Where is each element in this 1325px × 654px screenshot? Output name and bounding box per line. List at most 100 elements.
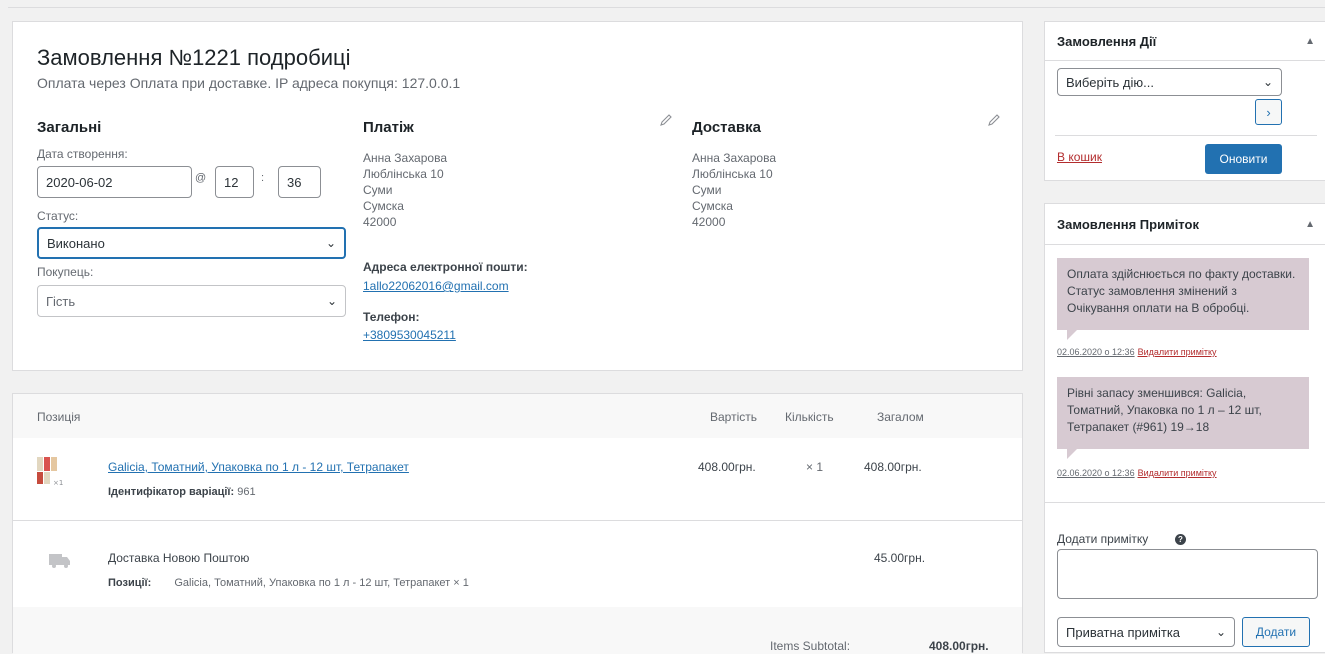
order-data-panel: Замовлення №1221 подробиці Оплата через … — [12, 21, 1023, 371]
shipping-address: Анна Захарова Люблінська 10 Суми Сумска … — [692, 150, 776, 230]
customer-value: Гість — [46, 293, 76, 309]
customer-label: Покупець: — [37, 265, 94, 279]
col-item-header: Позиція — [37, 410, 81, 424]
order-items-panel: Позиція Вартість Кількість Загалом ×12 G… — [12, 393, 1023, 654]
note-textarea[interactable] — [1057, 549, 1318, 599]
shipping-region: Сумска — [692, 199, 733, 213]
order-actions-panel: Замовлення Дії ▲ Виберіть дію... ⌄ › В к… — [1044, 21, 1325, 181]
chevron-down-icon: ⌄ — [326, 294, 337, 308]
page-title: Замовлення №1221 подробиці — [37, 45, 351, 70]
variation-meta: Ідентифікатор варіації: 961 — [108, 486, 256, 498]
billing-name: Анна Захарова — [363, 151, 447, 165]
billing-postcode: 42000 — [363, 215, 397, 229]
col-qty-header: Кількість — [785, 410, 834, 424]
panel-divider — [1045, 502, 1325, 503]
variation-id: 961 — [237, 486, 256, 498]
collapse-up-icon[interactable]: ▲ — [1305, 219, 1315, 230]
date-created-label: Дата створення: — [37, 147, 128, 161]
billing-address: Анна Захарова Люблінська 10 Суми Сумска … — [363, 150, 447, 230]
order-notes-panel: Замовлення Приміток ▲ Оплата здійснюєтьс… — [1044, 203, 1325, 653]
shipping-postcode: 42000 — [692, 215, 726, 229]
product-link[interactable]: Galicia, Томатний, Упаковка по 1 л - 12 … — [108, 460, 409, 474]
date-created-input[interactable]: 2020-06-02 — [37, 166, 192, 198]
general-heading: Загальні — [37, 119, 102, 136]
at-sign: @ — [195, 172, 207, 184]
status-select[interactable]: Виконано ⌄ — [37, 227, 346, 259]
truck-icon — [49, 554, 70, 568]
shipping-method-name: Доставка Новою Поштою — [108, 551, 250, 565]
customer-select[interactable]: Гість ⌄ — [37, 285, 346, 317]
panel-divider — [1045, 60, 1325, 61]
chevron-down-icon: ⌄ — [1215, 625, 1226, 639]
shipping-items-meta: Позиції: Galicia, Томатний, Упаковка по … — [108, 577, 469, 589]
minute-value: 36 — [287, 174, 302, 190]
status-value: Виконано — [47, 235, 105, 251]
note-tail — [1067, 330, 1077, 340]
phone-label: Телефон: — [363, 310, 420, 324]
apply-action-button[interactable]: › — [1255, 99, 1282, 125]
shipping-name: Анна Захарова — [692, 151, 776, 165]
date-created-value: 2020-06-02 — [46, 174, 113, 190]
shipping-items-label: Позиції: — [108, 577, 152, 589]
email-link[interactable]: 1allo22062016@gmail.com — [363, 279, 509, 293]
billing-heading: Платіж — [363, 119, 414, 136]
delete-note-link[interactable]: Видалити примітку — [1138, 347, 1217, 357]
minute-input[interactable]: 36 — [278, 166, 321, 198]
shipping-street: Люблінська 10 — [692, 167, 773, 181]
note-type-value: Приватна примітка — [1066, 624, 1181, 640]
note-meta: 02.06.2020 о 12:36 Видалити примітку — [1057, 468, 1217, 478]
chevron-down-icon: ⌄ — [325, 236, 336, 250]
note-meta: 02.06.2020 о 12:36 Видалити примітку — [1057, 347, 1217, 357]
items-table-header: Позиція Вартість Кількість Загалом — [13, 394, 1022, 438]
shipping-heading: Доставка — [692, 119, 761, 136]
help-icon[interactable]: ? — [1175, 534, 1186, 545]
update-button[interactable]: Оновити — [1205, 144, 1282, 174]
add-note-label: Додати примітку — [1057, 532, 1149, 546]
edit-shipping-pencil-icon[interactable] — [987, 113, 1001, 127]
top-bar — [0, 0, 1325, 8]
note-date: 02.06.2020 о 12:36 — [1057, 347, 1135, 357]
collapse-up-icon[interactable]: ▲ — [1305, 36, 1315, 47]
billing-city: Суми — [363, 183, 393, 197]
status-label: Статус: — [37, 209, 79, 223]
add-note-button[interactable]: Додати — [1242, 617, 1310, 647]
row-divider — [13, 520, 1022, 521]
note-item: Рівні запасу зменшився: Galicia, Томатни… — [1057, 377, 1309, 449]
move-to-trash-link[interactable]: В кошик — [1057, 150, 1102, 164]
note-date: 02.06.2020 о 12:36 — [1057, 468, 1135, 478]
thumb-badge: ×12 — [53, 479, 63, 487]
shipping-city: Суми — [692, 183, 722, 197]
shipping-total: 45.00грн. — [874, 551, 926, 565]
line-total: 408.00грн. — [864, 460, 922, 474]
billing-region: Сумска — [363, 199, 404, 213]
panel-divider — [1055, 135, 1317, 136]
product-thumbnail[interactable]: ×12 — [35, 455, 63, 489]
chevron-down-icon: ⌄ — [1262, 75, 1273, 89]
note-type-select[interactable]: Приватна примітка ⌄ — [1057, 617, 1235, 647]
delete-note-link[interactable]: Видалити примітку — [1138, 468, 1217, 478]
line-qty: × 1 — [806, 460, 824, 474]
order-subtitle: Оплата через Оплата при доставке. IP адр… — [37, 75, 461, 91]
hour-input[interactable]: 12 — [215, 166, 254, 198]
col-cost-header: Вартість — [710, 410, 757, 424]
subtotal-value: 408.00грн. — [929, 639, 989, 653]
panel-divider — [1045, 244, 1325, 245]
email-label: Адреса електронної пошти: — [363, 260, 528, 274]
time-colon: : — [261, 172, 265, 184]
edit-billing-pencil-icon[interactable] — [659, 113, 673, 127]
phone-link[interactable]: +3809530045211 — [363, 328, 456, 342]
shipping-items-value: Galicia, Томатний, Упаковка по 1 л - 12 … — [174, 577, 469, 589]
order-actions-title: Замовлення Дії — [1057, 34, 1157, 49]
note-tail — [1067, 449, 1077, 459]
line-cost: 408.00грн. — [698, 460, 756, 474]
order-action-select[interactable]: Виберіть дію... ⌄ — [1057, 68, 1282, 96]
col-total-header: Загалом — [877, 410, 924, 424]
billing-street: Люблінська 10 — [363, 167, 444, 181]
left-edge — [0, 0, 8, 647]
note-item: Оплата здійснюється по факту доставки. С… — [1057, 258, 1309, 330]
hour-value: 12 — [224, 174, 239, 190]
variation-label: Ідентифікатор варіації: — [108, 486, 235, 498]
order-action-value: Виберіть дію... — [1066, 74, 1154, 90]
order-notes-title: Замовлення Приміток — [1057, 217, 1199, 232]
subtotal-label: Items Subtotal: — [770, 639, 851, 653]
